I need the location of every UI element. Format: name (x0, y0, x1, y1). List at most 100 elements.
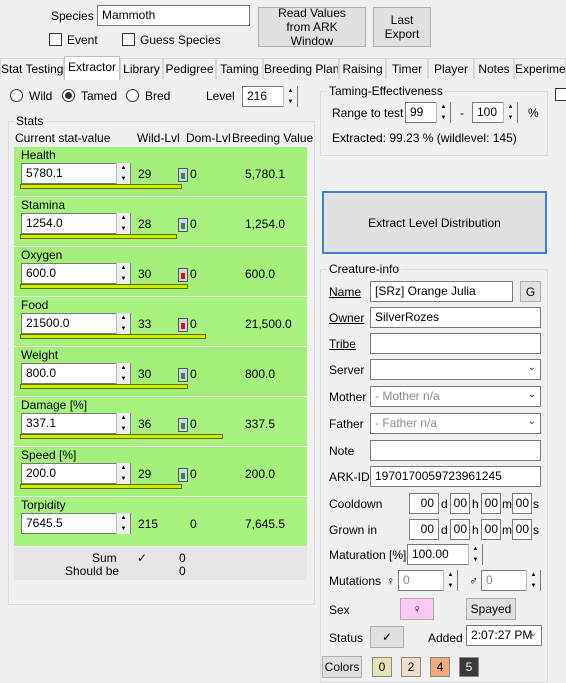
grownin-minutes[interactable]: 00 (481, 519, 501, 540)
range-unit: % (528, 106, 539, 120)
stat-name: Weight (21, 348, 59, 362)
grownin-days[interactable]: 00 (409, 519, 439, 540)
spayed-button[interactable]: Spayed (466, 598, 516, 620)
cooldown-label: Cooldown (329, 497, 383, 511)
stat-value-stepper[interactable]: ▲ ▼ (116, 213, 130, 234)
stat-value-input[interactable]: 200.0 (21, 463, 131, 484)
stat-value-input[interactable]: 21500.0 (21, 313, 131, 334)
tab-pedigree[interactable]: Pedigree (163, 58, 216, 79)
note-label: Note (329, 444, 355, 458)
stat-value-stepper[interactable]: ▲ ▼ (116, 413, 130, 434)
guess-species-checkbox[interactable] (122, 33, 135, 46)
sex-label: Sex (329, 603, 350, 617)
added-datetime[interactable]: 2:07:27 PM ⌄ (466, 625, 542, 646)
lock-icon[interactable] (178, 468, 188, 482)
tamed-radio[interactable] (62, 89, 75, 102)
level-stepper[interactable]: ▲ ▼ (283, 86, 297, 107)
lock-icon[interactable] (178, 318, 188, 332)
extract-level-button[interactable]: Extract Level Distribution (322, 191, 547, 254)
lock-icon[interactable] (178, 168, 188, 182)
stat-value-stepper[interactable]: ▲ ▼ (116, 263, 130, 284)
stat-level-bar (20, 184, 182, 189)
stat-wild-level: 28 (138, 217, 152, 231)
stat-value-input[interactable]: 5780.1 (21, 163, 131, 184)
stat-value-stepper[interactable]: ▲ ▼ (116, 363, 130, 384)
cooldown-minutes[interactable]: 00 (481, 493, 501, 514)
stat-wild-level: 29 (138, 467, 152, 481)
note-input[interactable] (370, 440, 541, 461)
arkid-label: ARK-ID (329, 470, 370, 484)
stat-value-input[interactable]: 7645.5 (21, 513, 131, 534)
lock-icon[interactable] (178, 368, 188, 382)
tab-library[interactable]: Library (120, 58, 163, 79)
tab-breeding-plan[interactable]: Breeding Plan (263, 58, 339, 79)
lock-icon[interactable] (178, 418, 188, 432)
grownin-hours[interactable]: 00 (450, 519, 470, 540)
sum-label: Sum (92, 551, 117, 565)
cooldown-days[interactable]: 00 (409, 493, 439, 514)
tab-extractor[interactable]: Extractor (64, 56, 120, 80)
stat-value-stepper[interactable]: ▲ ▼ (116, 463, 130, 484)
name-generate-button[interactable]: G (520, 281, 541, 302)
lock-icon[interactable] (178, 218, 188, 232)
added-value: 2:07:27 PM (471, 628, 533, 642)
range-to-stepper[interactable]: ▲ ▼ (503, 102, 517, 123)
tab-stat-testing[interactable]: Stat Testing (0, 58, 64, 79)
server-select[interactable]: ⌄ (370, 359, 541, 380)
tab-timer[interactable]: Timer (386, 58, 428, 79)
arkid-input[interactable]: 1970170059723961245 (370, 466, 541, 487)
range-from-stepper[interactable]: ▲ ▼ (436, 102, 450, 123)
stat-breeding-value: 21,500.0 (245, 317, 292, 331)
stat-name: Oxygen (21, 248, 63, 262)
stat-value-stepper[interactable]: ▲ ▼ (116, 313, 130, 334)
mutations-male-stepper[interactable]: ▲ ▼ (526, 570, 540, 591)
wild-radio[interactable] (10, 89, 23, 102)
stat-value-stepper[interactable]: ▲ ▼ (116, 513, 130, 534)
owner-input[interactable]: SilverRozes (370, 307, 541, 328)
species-input[interactable]: Mammoth (97, 5, 250, 26)
bred-radio[interactable] (126, 89, 139, 102)
tab-notes[interactable]: Notes (474, 58, 514, 79)
mother-select[interactable]: - Mother n/a ⌄ (370, 386, 541, 407)
stat-dom-level: 0 (190, 467, 197, 481)
color-swatch-3[interactable]: 5 (459, 657, 479, 677)
stat-value-input[interactable]: 800.0 (21, 363, 131, 384)
last-export-button[interactable]: Last Export (373, 7, 431, 47)
stat-dom-level: 0 (190, 217, 197, 231)
tamed-label: Tamed (81, 89, 118, 103)
bred-label: Bred (145, 89, 171, 103)
tab-player[interactable]: Player (428, 58, 474, 79)
grownin-seconds[interactable]: 00 (512, 519, 532, 540)
stat-value-input[interactable]: 600.0 (21, 263, 131, 284)
stat-name: Food (21, 298, 49, 312)
maturation-stepper[interactable]: ▲ ▼ (468, 544, 482, 565)
event-checkbox[interactable] (49, 33, 62, 46)
range-dash: - (460, 106, 464, 120)
lock-icon[interactable] (178, 268, 188, 282)
color-swatch-0[interactable]: 0 (372, 657, 392, 677)
color-swatch-1[interactable]: 2 (401, 657, 421, 677)
stat-value-input[interactable]: 337.1 (21, 413, 131, 434)
stat-name: Torpidity (21, 498, 66, 512)
stat-value-input[interactable]: 1254.0 (21, 213, 131, 234)
sex-button[interactable]: ♀ (400, 598, 434, 620)
grownin-m-unit: m (502, 523, 512, 537)
mutations-female-stepper[interactable]: ▲ ▼ (443, 570, 457, 591)
father-select[interactable]: - Father n/a ⌄ (370, 413, 541, 434)
header-wild-lvl: Wild-Lvl (137, 131, 180, 145)
cooldown-seconds[interactable]: 00 (512, 493, 532, 514)
cooldown-hours[interactable]: 00 (450, 493, 470, 514)
colors-button[interactable]: Colors (322, 656, 362, 678)
stat-dom-level: 0 (190, 517, 197, 531)
name-input[interactable]: [SRz] Orange Julia (370, 281, 513, 302)
tab-experimental[interactable]: Experimen (514, 58, 566, 79)
tribe-input[interactable] (370, 333, 541, 354)
taming-extra-checkbox[interactable] (555, 88, 566, 101)
tab-raising[interactable]: Raising (339, 58, 386, 79)
stat-dom-level: 0 (190, 167, 197, 181)
stat-value-stepper[interactable]: ▲ ▼ (116, 163, 130, 184)
read-values-button[interactable]: Read Values from ARK Window (258, 6, 366, 48)
status-button[interactable]: ✓ (370, 626, 404, 648)
color-swatch-2[interactable]: 4 (430, 657, 450, 677)
tab-taming[interactable]: Taming (216, 58, 263, 79)
